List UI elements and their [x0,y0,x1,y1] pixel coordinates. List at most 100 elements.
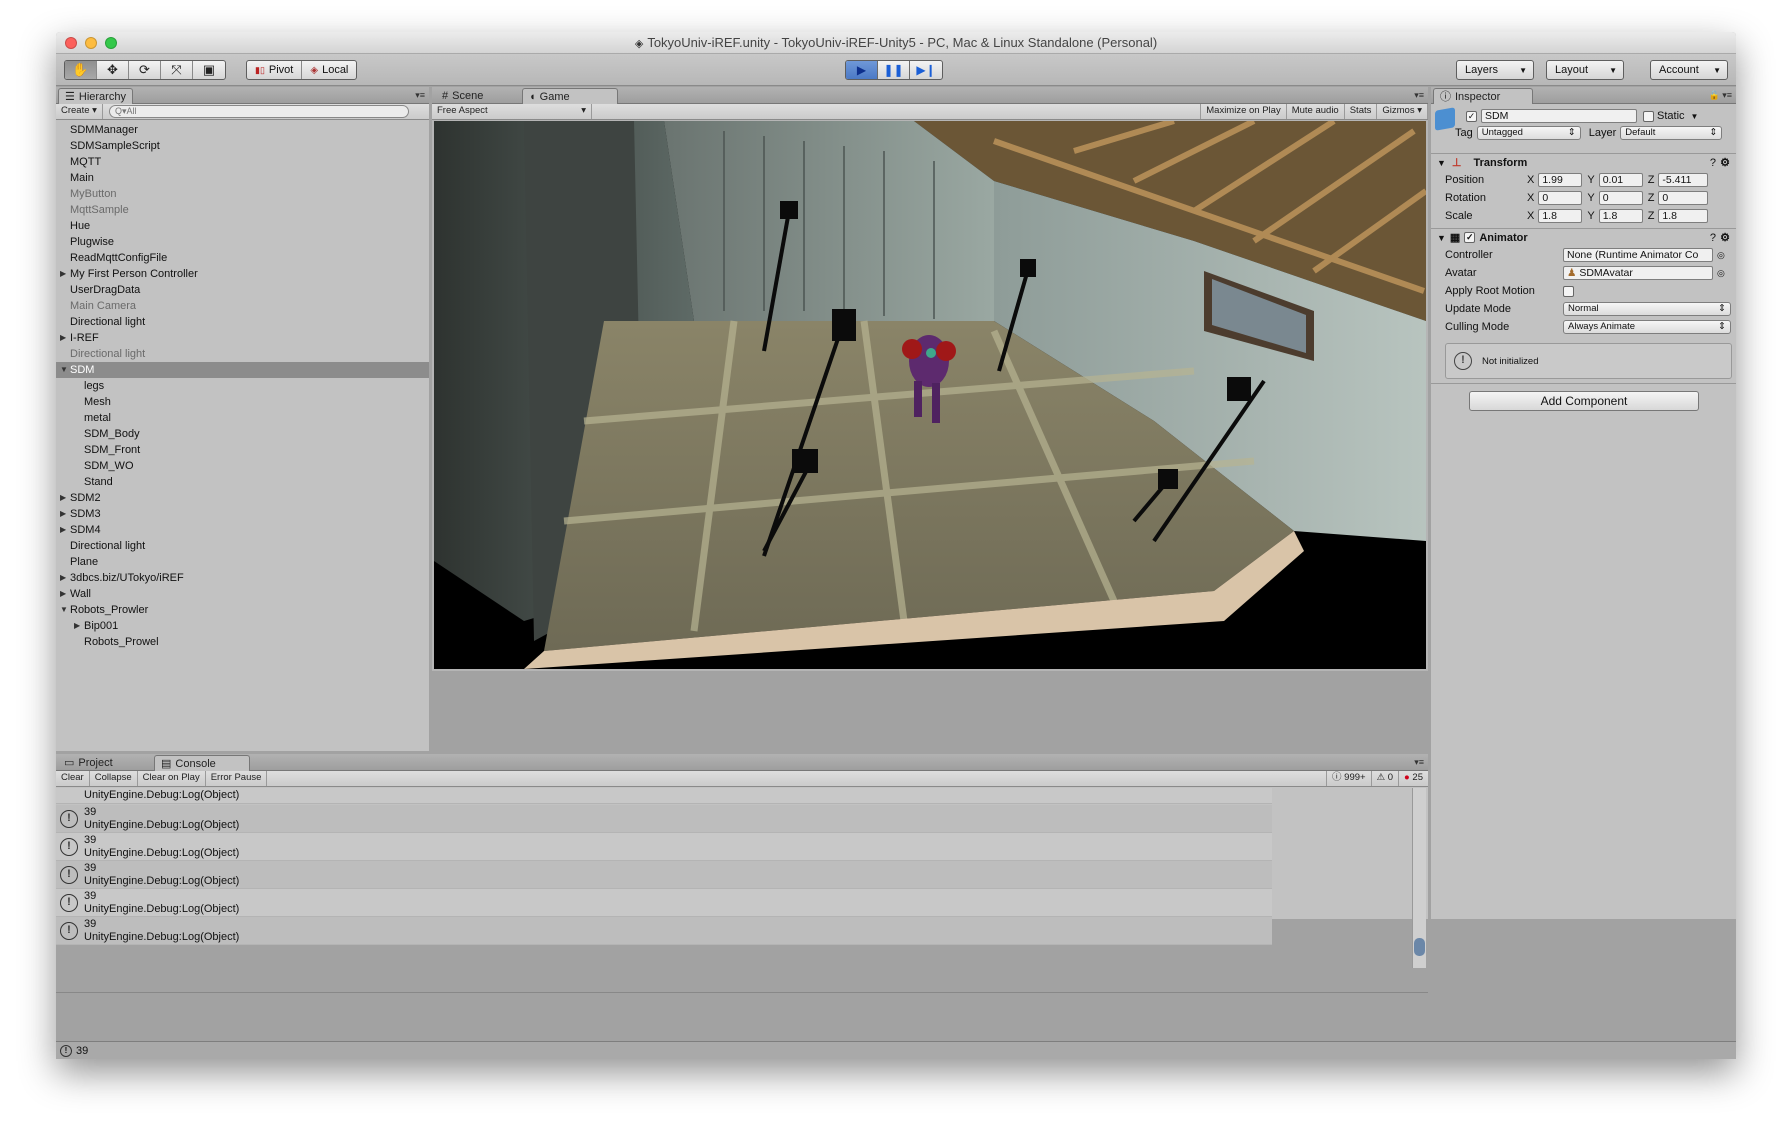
foldout-collapsed-icon[interactable]: ▶ [60,490,66,506]
animator-header[interactable]: ▼ ▦ ✓ Animator ? ⚙ [1431,228,1736,246]
hierarchy-item[interactable]: SDM_Front [56,442,429,458]
rotation-x-field[interactable]: 0 [1538,191,1583,205]
console-row[interactable]: ! 39 UnityEngine.Debug:Log(Object) [56,833,1272,861]
hierarchy-item[interactable]: Directional light [56,314,429,330]
game-viewport[interactable] [434,121,1426,669]
foldout-expanded-icon[interactable]: ▼ [60,362,68,378]
controller-field[interactable]: None (Runtime Animator Co [1563,248,1713,262]
panel-menu-icon[interactable]: ▾≡ [415,90,425,101]
close-window-button[interactable] [65,37,77,49]
hierarchy-item[interactable]: MqttSample [56,202,429,218]
foldout-collapsed-icon[interactable]: ▶ [60,330,66,346]
tab-project[interactable]: ▭ Project [58,755,119,771]
minimize-window-button[interactable] [85,37,97,49]
hierarchy-item[interactable]: SDM_WO [56,458,429,474]
hierarchy-item[interactable]: Main Camera [56,298,429,314]
hierarchy-item[interactable]: Mesh [56,394,429,410]
hand-tool-icon[interactable]: ✋ [65,61,97,79]
create-dropdown[interactable]: Create ▾ [56,104,103,119]
hierarchy-search-input[interactable]: Q▾All [108,105,409,118]
avatar-field[interactable]: ♟ SDMAvatar [1563,266,1713,280]
hierarchy-item[interactable]: ▶ SDM2 [56,490,429,506]
local-toggle[interactable]: ◈ Local [302,61,356,79]
foldout-collapsed-icon[interactable]: ▶ [60,506,66,522]
console-row[interactable]: ! 39 UnityEngine.Debug:Log(Object) [56,805,1272,833]
scrollbar-thumb[interactable] [1414,938,1425,956]
console-scrollbar[interactable] [1412,788,1426,968]
hierarchy-item[interactable]: metal [56,410,429,426]
console-row[interactable]: ! 39 UnityEngine.Debug:Log(Object) [56,917,1272,945]
hierarchy-item[interactable]: UserDragData [56,282,429,298]
aspect-dropdown[interactable]: Free Aspect ▾ [432,104,592,119]
stats-toggle[interactable]: Stats [1345,104,1378,119]
object-picker-icon[interactable]: ◎ [1717,268,1725,279]
rotation-y-field[interactable]: 0 [1598,191,1643,205]
help-icon[interactable]: ? [1710,232,1716,244]
foldout-collapsed-icon[interactable]: ▶ [60,586,66,602]
panel-menu-icon[interactable]: ▾≡ [1414,90,1424,101]
foldout-collapsed-icon[interactable]: ▶ [74,618,80,634]
hierarchy-item[interactable]: ▶ SDM3 [56,506,429,522]
clear-button[interactable]: Clear [56,771,90,786]
hierarchy-item[interactable]: Plugwise [56,234,429,250]
account-dropdown[interactable]: Account ▼ [1650,60,1728,80]
hierarchy-item[interactable]: ▶ Wall [56,586,429,602]
pause-button[interactable]: ❚❚ [878,61,910,79]
hierarchy-item[interactable]: Hue [56,218,429,234]
tab-game[interactable]: ◖ Game [522,88,618,104]
static-checkbox[interactable] [1643,110,1654,122]
hierarchy-item[interactable]: SDMSampleScript [56,138,429,154]
gear-icon[interactable]: ⚙ [1720,156,1730,169]
scale-x-field[interactable]: 1.8 [1538,209,1583,223]
lock-and-menu-icon[interactable]: 🔒 ▾≡ [1709,90,1732,101]
tab-inspector[interactable]: ⓘ Inspector [1433,88,1533,104]
hierarchy-item[interactable]: Directional light [56,346,429,362]
pivot-toggle[interactable]: ▮▯ Pivot [247,61,303,79]
scale-z-field[interactable]: 1.8 [1658,209,1709,223]
maximize-on-play-toggle[interactable]: Maximize on Play [1200,104,1287,119]
hierarchy-item[interactable]: Directional light [56,538,429,554]
position-y-field[interactable]: 0.01 [1598,173,1643,187]
tab-hierarchy[interactable]: ☰ Hierarchy [58,88,133,104]
active-checkbox[interactable]: ✓ [1466,110,1477,122]
hierarchy-item[interactable]: ▶ My First Person Controller [56,266,429,282]
hierarchy-item[interactable]: ▼ SDM [56,362,429,378]
tab-console[interactable]: ▤ Console [154,755,250,771]
step-button[interactable]: ▶❙ [910,61,942,79]
console-row[interactable]: ! 39 UnityEngine.Debug:Log(Object) [56,889,1272,917]
gear-icon[interactable]: ⚙ [1720,231,1730,244]
animator-enabled-checkbox[interactable]: ✓ [1464,232,1476,243]
foldout-collapsed-icon[interactable]: ▶ [60,522,66,538]
move-tool-icon[interactable]: ✥ [97,61,129,79]
help-icon[interactable]: ? [1710,157,1716,169]
hierarchy-item[interactable]: SDMManager [56,122,429,138]
mute-audio-toggle[interactable]: Mute audio [1287,104,1345,119]
hierarchy-item[interactable]: legs [56,378,429,394]
zoom-window-button[interactable] [105,37,117,49]
hierarchy-item[interactable]: Plane [56,554,429,570]
window-titlebar[interactable]: ◈ TokyoUniv-iREF.unity - TokyoUniv-iREF-U… [56,32,1736,54]
rect-tool-icon[interactable]: ▣ [193,61,225,79]
hierarchy-item[interactable]: MyButton [56,186,429,202]
clear-on-play-toggle[interactable]: Clear on Play [138,771,206,786]
play-button[interactable]: ▶ [846,61,878,79]
tab-scene[interactable]: # Scene [436,88,489,104]
collapse-toggle[interactable]: Collapse [90,771,138,786]
layer-dropdown[interactable]: Default ⇕ [1620,126,1723,140]
hierarchy-item[interactable]: ▼ Robots_Prowler [56,602,429,618]
gizmos-dropdown[interactable]: Gizmos ▾ [1377,104,1428,119]
position-z-field[interactable]: -5.411 [1658,173,1709,187]
rotation-z-field[interactable]: 0 [1658,191,1709,205]
hierarchy-item[interactable]: SDM_Body [56,426,429,442]
rotate-tool-icon[interactable]: ⟳ [129,61,161,79]
add-component-button[interactable]: Add Component [1469,391,1699,411]
error-pause-toggle[interactable]: Error Pause [206,771,268,786]
status-bar[interactable]: ! 39 [56,1041,1736,1059]
object-name-field[interactable]: SDM [1481,109,1637,123]
transform-header[interactable]: ▼ ⊥ Transform ? ⚙ [1431,153,1736,171]
culling-mode-dropdown[interactable]: Always Animate ⇕ [1563,320,1731,334]
hierarchy-item[interactable]: MQTT [56,154,429,170]
panel-menu-icon[interactable]: ▾≡ [1414,757,1424,768]
hierarchy-item[interactable]: ▶ SDM4 [56,522,429,538]
hierarchy-item[interactable]: ▶ Bip001 [56,618,429,634]
